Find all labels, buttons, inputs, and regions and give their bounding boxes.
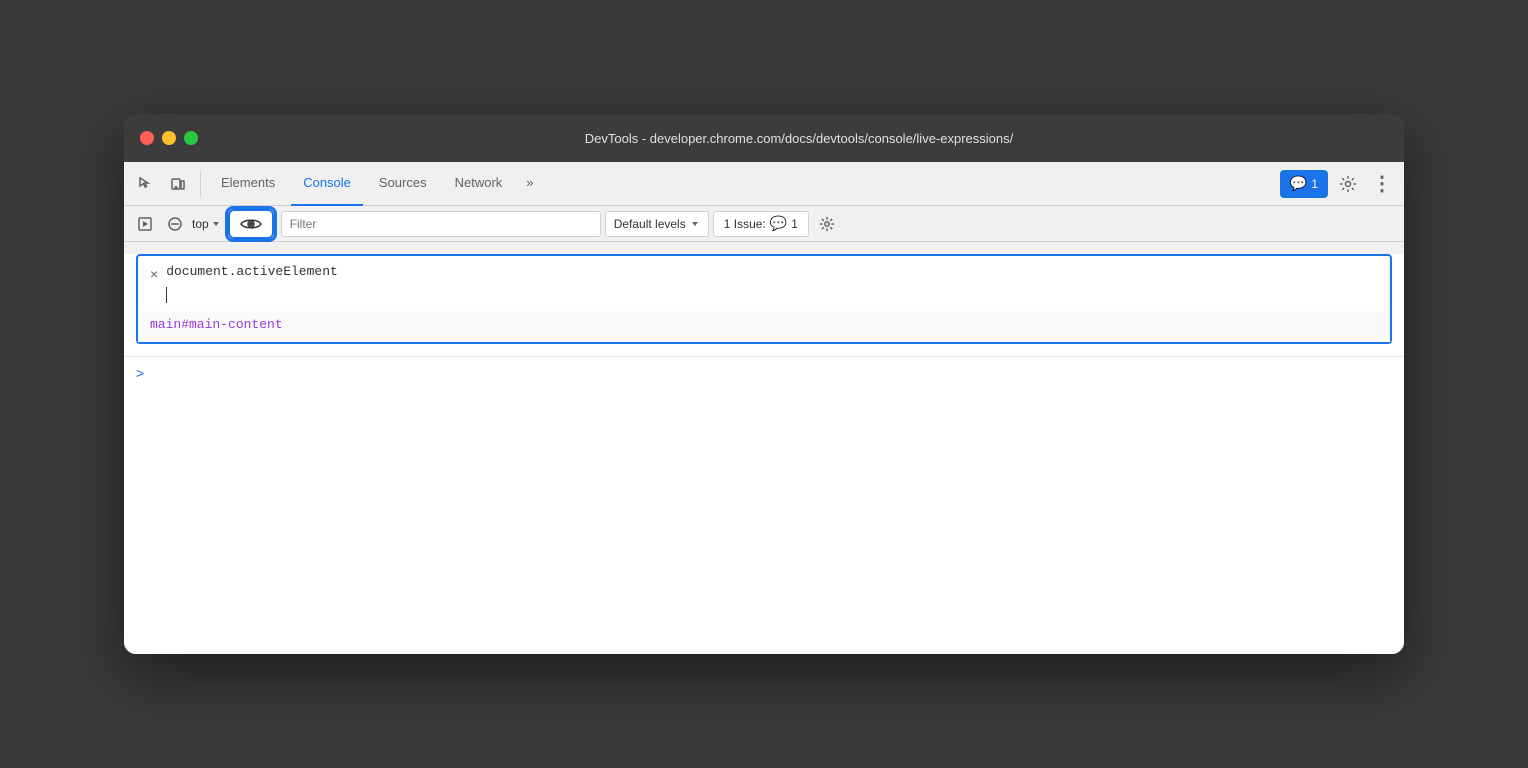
close-expression-button[interactable]: × [150, 266, 158, 282]
console-input-row: > [124, 356, 1404, 389]
devtools-toolbar: Elements Console Sources Network » 💬 1 [124, 162, 1404, 206]
live-expression-container: × document.activeElement main#main-conte… [136, 254, 1392, 344]
frame-selector[interactable]: top [192, 217, 221, 231]
device-toolbar-button[interactable] [164, 170, 192, 198]
more-options-button[interactable]: ⋮ [1368, 170, 1396, 198]
devtools-window: DevTools - developer.chrome.com/docs/dev… [124, 114, 1404, 654]
issues-badge-button[interactable]: 💬 1 [1280, 170, 1328, 198]
toolbar-divider-1 [200, 172, 201, 196]
prompt-icon: > [136, 365, 144, 381]
run-script-button[interactable] [132, 211, 158, 237]
chat-icon: 💬 [1290, 175, 1307, 192]
minimize-button[interactable] [162, 131, 176, 145]
console-main: × document.activeElement main#main-conte… [124, 254, 1404, 654]
tab-elements[interactable]: Elements [209, 162, 287, 206]
settings-button[interactable] [1334, 170, 1362, 198]
live-expression-highlight [225, 206, 277, 242]
devtools-body: Elements Console Sources Network » 💬 1 [124, 162, 1404, 654]
live-expression-button[interactable] [228, 209, 274, 239]
filter-input[interactable] [281, 211, 601, 237]
issue-badge-button[interactable]: 1 Issue: 💬 1 [713, 211, 809, 237]
inspect-element-button[interactable] [132, 170, 160, 198]
tab-console[interactable]: Console [291, 162, 363, 206]
expression-result: main#main-content [138, 311, 1390, 342]
tab-more[interactable]: » [518, 162, 541, 206]
clear-console-button[interactable] [162, 211, 188, 237]
maximize-button[interactable] [184, 131, 198, 145]
titlebar: DevTools - developer.chrome.com/docs/dev… [124, 114, 1404, 162]
close-button[interactable] [140, 131, 154, 145]
live-expression-header: × document.activeElement [138, 256, 1390, 311]
issue-chat-icon: 💬 [770, 215, 787, 232]
tab-sources[interactable]: Sources [367, 162, 439, 206]
tab-network[interactable]: Network [443, 162, 515, 206]
traffic-lights [140, 131, 198, 145]
console-toolbar: top Default levels [124, 206, 1404, 242]
window-title: DevTools - developer.chrome.com/docs/dev… [210, 131, 1388, 146]
cursor [166, 287, 167, 303]
expression-editor[interactable]: document.activeElement [166, 264, 1378, 303]
console-settings-button[interactable] [813, 210, 841, 238]
console-input[interactable] [152, 366, 1392, 381]
toolbar-right: 💬 1 ⋮ [1280, 170, 1396, 198]
default-levels-button[interactable]: Default levels [605, 211, 709, 237]
